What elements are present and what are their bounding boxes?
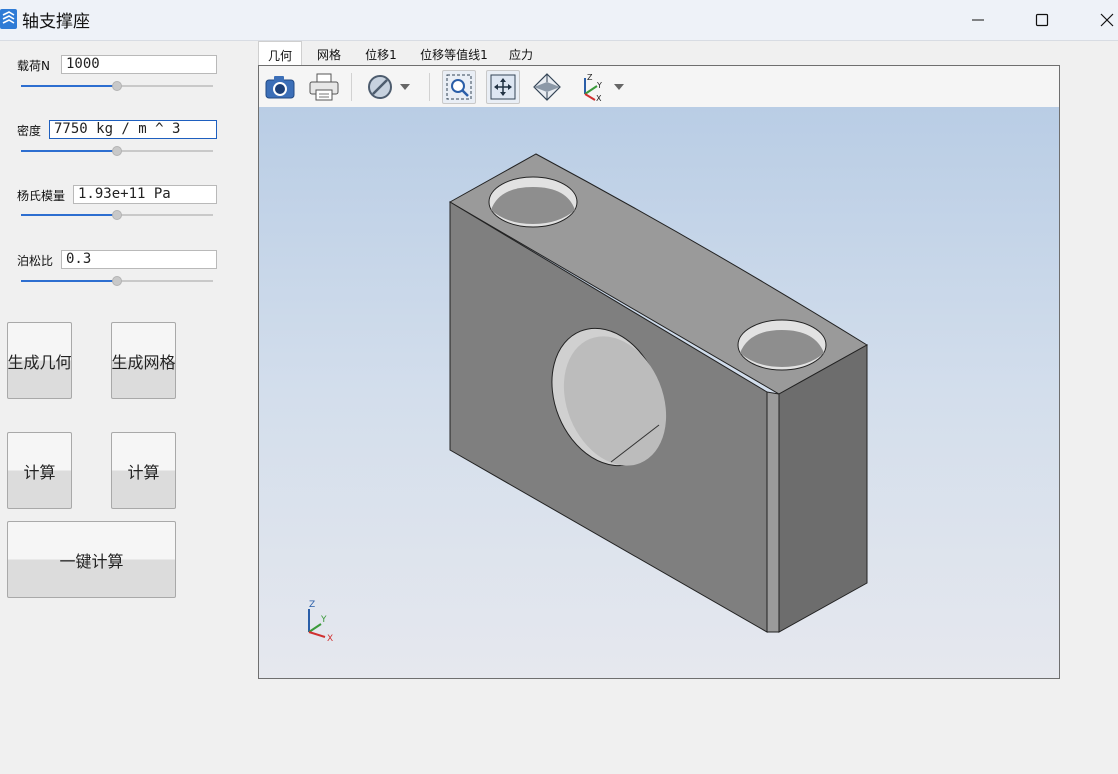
poisson-ratio-slider[interactable] xyxy=(21,275,213,287)
iso-view-button[interactable] xyxy=(530,70,564,104)
one-click-compute-button[interactable]: 一键计算 xyxy=(7,521,176,598)
viewer-toolbar: Z Y X xyxy=(259,66,1059,108)
axis-z-label: Z xyxy=(309,600,315,610)
view-iso-icon xyxy=(533,73,561,101)
poisson-ratio-input[interactable]: 0.3 xyxy=(61,250,217,269)
svg-text:X: X xyxy=(596,94,602,102)
clip-dropdown-button[interactable] xyxy=(395,70,415,104)
fit-all-button[interactable] xyxy=(486,70,520,104)
youngs-modulus-slider[interactable] xyxy=(21,209,213,221)
slider-handle[interactable] xyxy=(112,146,122,156)
slider-handle[interactable] xyxy=(112,81,122,91)
window-title: 轴支撑座 xyxy=(22,12,90,32)
maximize-button[interactable] xyxy=(1019,0,1065,40)
load-input[interactable]: 1000 xyxy=(61,55,217,74)
fit-all-icon xyxy=(490,74,516,100)
title-bar: 轴支撑座 xyxy=(0,0,1118,41)
3d-viewport[interactable]: Z Y X xyxy=(259,107,1059,678)
maximize-icon xyxy=(1035,13,1049,27)
density-input[interactable]: 7750 kg / m ^ 3 xyxy=(49,120,217,139)
minimize-button[interactable] xyxy=(955,0,1001,40)
generate-mesh-button[interactable]: 生成网格 xyxy=(111,322,176,399)
youngs-modulus-label: 杨氏模量 xyxy=(17,189,66,203)
density-label: 密度 xyxy=(17,124,42,138)
camera-icon xyxy=(265,76,295,99)
axes-icon: Z Y X xyxy=(584,73,602,102)
axes-view-button[interactable]: Z Y X xyxy=(573,70,607,104)
viewer-panel: Z Y X Z Y X xyxy=(258,65,1060,679)
minimize-icon xyxy=(972,19,984,21)
screenshot-button[interactable] xyxy=(263,70,297,104)
axis-y-label: Y xyxy=(320,615,327,625)
load-slider[interactable] xyxy=(21,80,213,92)
tab-geometry[interactable]: 几何 xyxy=(258,41,302,65)
axis-x-label: X xyxy=(327,634,333,642)
compute-button-2[interactable]: 计算 xyxy=(111,432,176,509)
print-icon xyxy=(309,73,339,101)
print-button[interactable] xyxy=(307,70,341,104)
close-button[interactable] xyxy=(1084,0,1118,40)
slider-handle[interactable] xyxy=(112,210,122,220)
svg-text:Z: Z xyxy=(587,73,593,82)
clip-icon xyxy=(368,75,392,99)
tab-displacement[interactable]: 位移1 xyxy=(358,41,404,65)
zoom-box-button[interactable] xyxy=(442,70,476,104)
tab-stress[interactable]: 应力 xyxy=(502,41,540,65)
axes-triad: Z Y X xyxy=(308,600,333,642)
app-icon xyxy=(0,9,17,29)
density-slider[interactable] xyxy=(21,145,213,157)
zoom-box-icon xyxy=(446,74,472,100)
clip-plane-button[interactable] xyxy=(363,70,397,104)
youngs-modulus-input[interactable]: 1.93e+11 Pa xyxy=(73,185,217,204)
bearing-support-model xyxy=(448,153,868,633)
slider-handle[interactable] xyxy=(112,276,122,286)
poisson-ratio-label: 泊松比 xyxy=(17,254,54,268)
generate-geometry-button[interactable]: 生成几何 xyxy=(7,322,72,399)
compute-button-1[interactable]: 计算 xyxy=(7,432,72,509)
axes-dropdown-button[interactable] xyxy=(609,70,629,104)
chevron-down-icon xyxy=(614,84,624,90)
load-label: 载荷N xyxy=(17,59,50,73)
chevron-down-icon xyxy=(400,84,410,90)
svg-text:Y: Y xyxy=(596,81,602,90)
tab-mesh[interactable]: 网格 xyxy=(308,41,350,65)
tab-displacement-contour[interactable]: 位移等值线1 xyxy=(414,41,494,65)
close-icon xyxy=(1100,13,1114,27)
